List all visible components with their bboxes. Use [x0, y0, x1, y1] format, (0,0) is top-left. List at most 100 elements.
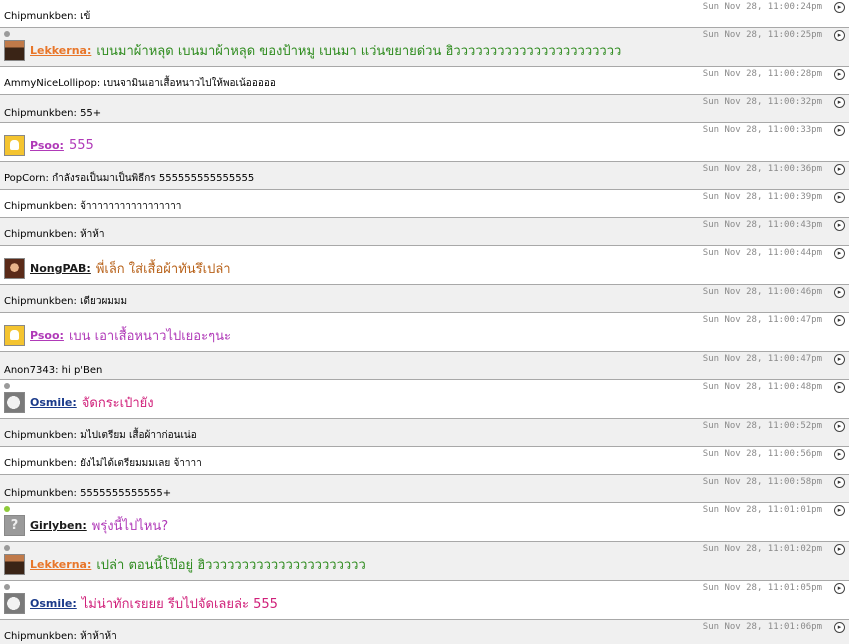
message-text: ยังไม่ได้เตรียมมมเลย จ้าาาา — [80, 458, 202, 469]
osmile-avatar[interactable] — [4, 593, 25, 614]
message-text: เบนจามินเอาเสื้อหนาวไปให้พอเน้อออออ — [103, 78, 276, 89]
message-username-link[interactable]: Lekkerna: — [30, 558, 91, 571]
arrow-right-circle-icon[interactable]: ▸ — [834, 505, 845, 516]
idle-status-icon — [4, 31, 10, 37]
message-line: Osmile: จัดกระเป๋ายัง — [4, 392, 154, 413]
lekkerna-avatar[interactable] — [4, 554, 25, 575]
message-username-link[interactable]: Psoo: — [30, 139, 64, 152]
message-username: Chipmunkben — [4, 201, 74, 212]
arrow-right-circle-icon[interactable]: ▸ — [834, 30, 845, 41]
message-line: Chipmunkben: 55+ — [4, 108, 101, 119]
message-timestamp: Sun Nov 28, 11:00:46pm — [702, 287, 822, 297]
message-text: 555 — [68, 138, 94, 153]
arrow-right-circle-icon[interactable]: ▸ — [834, 354, 845, 365]
message-text: เดียวผมมม — [80, 296, 128, 307]
message-username-link[interactable]: Osmile: — [30, 396, 77, 409]
message-line: AmmyNiceLollipop: เบนจามินเอาเสื้อหนาวไป… — [4, 76, 276, 91]
message-text: 5555555555555+ — [80, 488, 172, 499]
message-username: PopCorn — [4, 173, 46, 184]
arrow-right-circle-icon[interactable]: ▸ — [834, 125, 845, 136]
chat-message-row: Sun Nov 28, 11:00:48pm ▸ Osmile: จัดกระเป๋า… — [0, 380, 849, 419]
lekkerna-avatar[interactable] — [4, 40, 25, 61]
chat-message-row: Sun Nov 28, 11:00:36pm ▸ PopCorn: กำลังรอเ… — [0, 162, 849, 190]
message-text: มไปเตรียม เสื้อผ้าาก่อนเน่อ — [80, 430, 197, 441]
message-line: Chipmunkben: ยังไม่ได้เตรียมมมเลย จ้าาาา — [4, 456, 202, 471]
chat-message-row: Sun Nov 28, 11:00:43pm ▸ Chipmunkben: ห้าห… — [0, 218, 849, 246]
message-timestamp: Sun Nov 28, 11:01:02pm — [702, 544, 822, 554]
message-text: จัดกระเป๋ายัง — [81, 396, 154, 411]
arrow-right-circle-icon[interactable]: ▸ — [834, 2, 845, 13]
chat-message-row: Sun Nov 28, 11:01:05pm ▸ Osmile: ไม่น่าทักเ… — [0, 581, 849, 620]
message-timestamp: Sun Nov 28, 11:00:56pm — [702, 449, 822, 459]
arrow-right-circle-icon[interactable]: ▸ — [834, 382, 845, 393]
message-line: Chipmunkben: ห้าห้า — [4, 227, 104, 242]
arrow-right-circle-icon[interactable]: ▸ — [834, 449, 845, 460]
psoo-avatar[interactable] — [4, 325, 25, 346]
message-text: เปล่า ตอนนี้โป๊อยู่ ฮิวววววววววววววววววว… — [96, 558, 366, 573]
arrow-right-circle-icon[interactable]: ▸ — [834, 287, 845, 298]
nongpab-avatar[interactable] — [4, 258, 25, 279]
idle-status-icon — [4, 584, 10, 590]
arrow-right-circle-icon[interactable]: ▸ — [834, 544, 845, 555]
message-text: ห้าห้าห้า — [80, 631, 117, 642]
message-line: Chipmunkben: เข้ — [4, 9, 90, 24]
chat-message-row: Sun Nov 28, 11:00:47pm ▸ Psoo: เบน เอาเสื้อ… — [0, 313, 849, 352]
message-username-link[interactable]: Psoo: — [30, 329, 64, 342]
arrow-right-circle-icon[interactable]: ▸ — [834, 97, 845, 108]
message-text: เข้ — [80, 11, 91, 22]
arrow-right-circle-icon[interactable]: ▸ — [834, 315, 845, 326]
message-line: Chipmunkben: เดียวผมมม — [4, 294, 127, 309]
osmile-avatar[interactable] — [4, 392, 25, 413]
message-text: 55+ — [80, 108, 102, 119]
message-line: Chipmunkben: จ้าาาาาาาาาาาาาาาาา — [4, 199, 181, 214]
arrow-right-circle-icon[interactable]: ▸ — [834, 192, 845, 203]
arrow-right-circle-icon[interactable]: ▸ — [834, 622, 845, 633]
message-username-link[interactable]: Lekkerna: — [30, 44, 91, 57]
message-timestamp: Sun Nov 28, 11:00:52pm — [702, 421, 822, 431]
message-username: Chipmunkben — [4, 11, 74, 22]
message-text: ห้าห้า — [80, 229, 105, 240]
message-timestamp: Sun Nov 28, 11:00:44pm — [702, 248, 822, 258]
message-text: พรุ่งนี้ไปไหน? — [91, 519, 169, 534]
message-timestamp: Sun Nov 28, 11:00:25pm — [702, 30, 822, 40]
arrow-right-circle-icon[interactable]: ▸ — [834, 69, 845, 80]
psoo-avatar[interactable] — [4, 135, 25, 156]
message-username: Chipmunkben — [4, 458, 74, 469]
message-username: Chipmunkben — [4, 488, 74, 499]
message-username: Chipmunkben — [4, 229, 74, 240]
message-username: Anon7343 — [4, 365, 56, 376]
message-timestamp: Sun Nov 28, 11:00:32pm — [702, 97, 822, 107]
message-username-link[interactable]: Girlyben: — [30, 519, 87, 532]
message-text: เบน เอาเสื้อหนาวไปเยอะๆนะ — [68, 329, 231, 344]
chat-message-row: Sun Nov 28, 11:00:39pm ▸ Chipmunkben: จ้าา… — [0, 190, 849, 218]
idle-status-icon — [4, 383, 10, 389]
message-timestamp: Sun Nov 28, 11:00:48pm — [702, 382, 822, 392]
chat-message-row: Sun Nov 28, 11:00:25pm ▸ Lekkerna: เบนมาผ้า… — [0, 28, 849, 67]
message-line: Anon7343: hi p'Ben — [4, 365, 102, 376]
chat-message-row: Sun Nov 28, 11:00:46pm ▸ Chipmunkben: เดีย… — [0, 285, 849, 313]
message-timestamp: Sun Nov 28, 11:01:06pm — [702, 622, 822, 632]
chat-message-row: Sun Nov 28, 11:00:28pm ▸ AmmyNiceLollipop:… — [0, 67, 849, 95]
message-line: Psoo: เบน เอาเสื้อหนาวไปเยอะๆนะ — [4, 325, 231, 346]
message-text: กำลังรอเป็นมาเป็นพิธีกร 555555555555555 — [52, 173, 255, 184]
message-line: NongPAB: พี่เล็ก ใส่เสื้อผ้าทันรึเปล่า — [4, 258, 231, 279]
message-line: PopCorn: กำลังรอเป็นมาเป็นพิธีกร 5555555… — [4, 171, 254, 186]
chat-message-row: Sun Nov 28, 11:01:01pm ▸? Girlyben: พรุ่งนี… — [0, 503, 849, 542]
message-username: AmmyNiceLollipop — [4, 78, 97, 89]
message-line: Chipmunkben: ห้าห้าห้า — [4, 629, 117, 644]
arrow-right-circle-icon[interactable]: ▸ — [834, 583, 845, 594]
message-username-link[interactable]: Osmile: — [30, 597, 77, 610]
arrow-right-circle-icon[interactable]: ▸ — [834, 164, 845, 175]
message-line: Chipmunkben: มไปเตรียม เสื้อผ้าาก่อนเน่อ — [4, 428, 197, 443]
message-line: ? Girlyben: พรุ่งนี้ไปไหน? — [4, 515, 168, 536]
arrow-right-circle-icon[interactable]: ▸ — [834, 220, 845, 231]
arrow-right-circle-icon[interactable]: ▸ — [834, 248, 845, 259]
message-timestamp: Sun Nov 28, 11:00:39pm — [702, 192, 822, 202]
chat-message-row: Sun Nov 28, 11:00:44pm ▸ NongPAB: พี่เล็ก ใ… — [0, 246, 849, 285]
girlyben-avatar[interactable]: ? — [4, 515, 25, 536]
message-line: Lekkerna: เปล่า ตอนนี้โป๊อยู่ ฮิววววววววว… — [4, 554, 366, 575]
message-line: Chipmunkben: 5555555555555+ — [4, 488, 171, 499]
arrow-right-circle-icon[interactable]: ▸ — [834, 421, 845, 432]
message-username-link[interactable]: NongPAB: — [30, 262, 91, 275]
arrow-right-circle-icon[interactable]: ▸ — [834, 477, 845, 488]
